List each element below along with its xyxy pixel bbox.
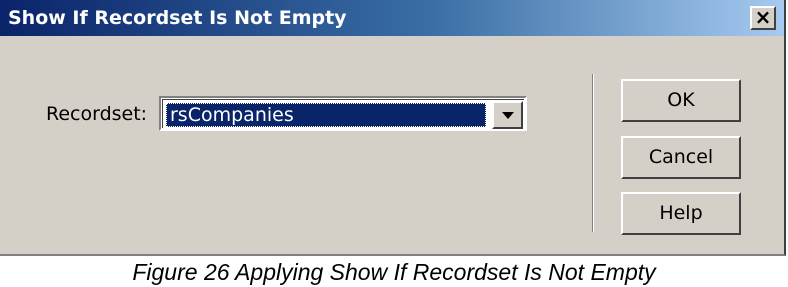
dialog-title: Show If Recordset Is Not Empty — [8, 7, 347, 29]
recordset-label: Recordset: — [46, 103, 148, 125]
recordset-selected-value[interactable]: rsCompanies — [166, 103, 486, 127]
close-button[interactable]: × — [750, 6, 776, 30]
recordset-select[interactable]: rsCompanies — [159, 96, 527, 131]
vertical-divider — [592, 74, 594, 232]
dialog-window: Show If Recordset Is Not Empty × Records… — [0, 0, 786, 256]
close-icon: × — [754, 5, 772, 29]
help-button[interactable]: Help — [621, 192, 741, 235]
cancel-button[interactable]: Cancel — [621, 136, 741, 179]
chevron-down-icon — [502, 112, 514, 119]
figure-caption: Figure 26 Applying Show If Recordset Is … — [132, 259, 656, 285]
title-bar[interactable]: Show If Recordset Is Not Empty × — [0, 0, 784, 36]
recordset-dropdown-button[interactable] — [492, 101, 523, 129]
recordset-select-inner: rsCompanies — [162, 99, 524, 129]
ok-button[interactable]: OK — [621, 79, 741, 122]
page: Show If Recordset Is Not Empty × Records… — [0, 0, 788, 287]
